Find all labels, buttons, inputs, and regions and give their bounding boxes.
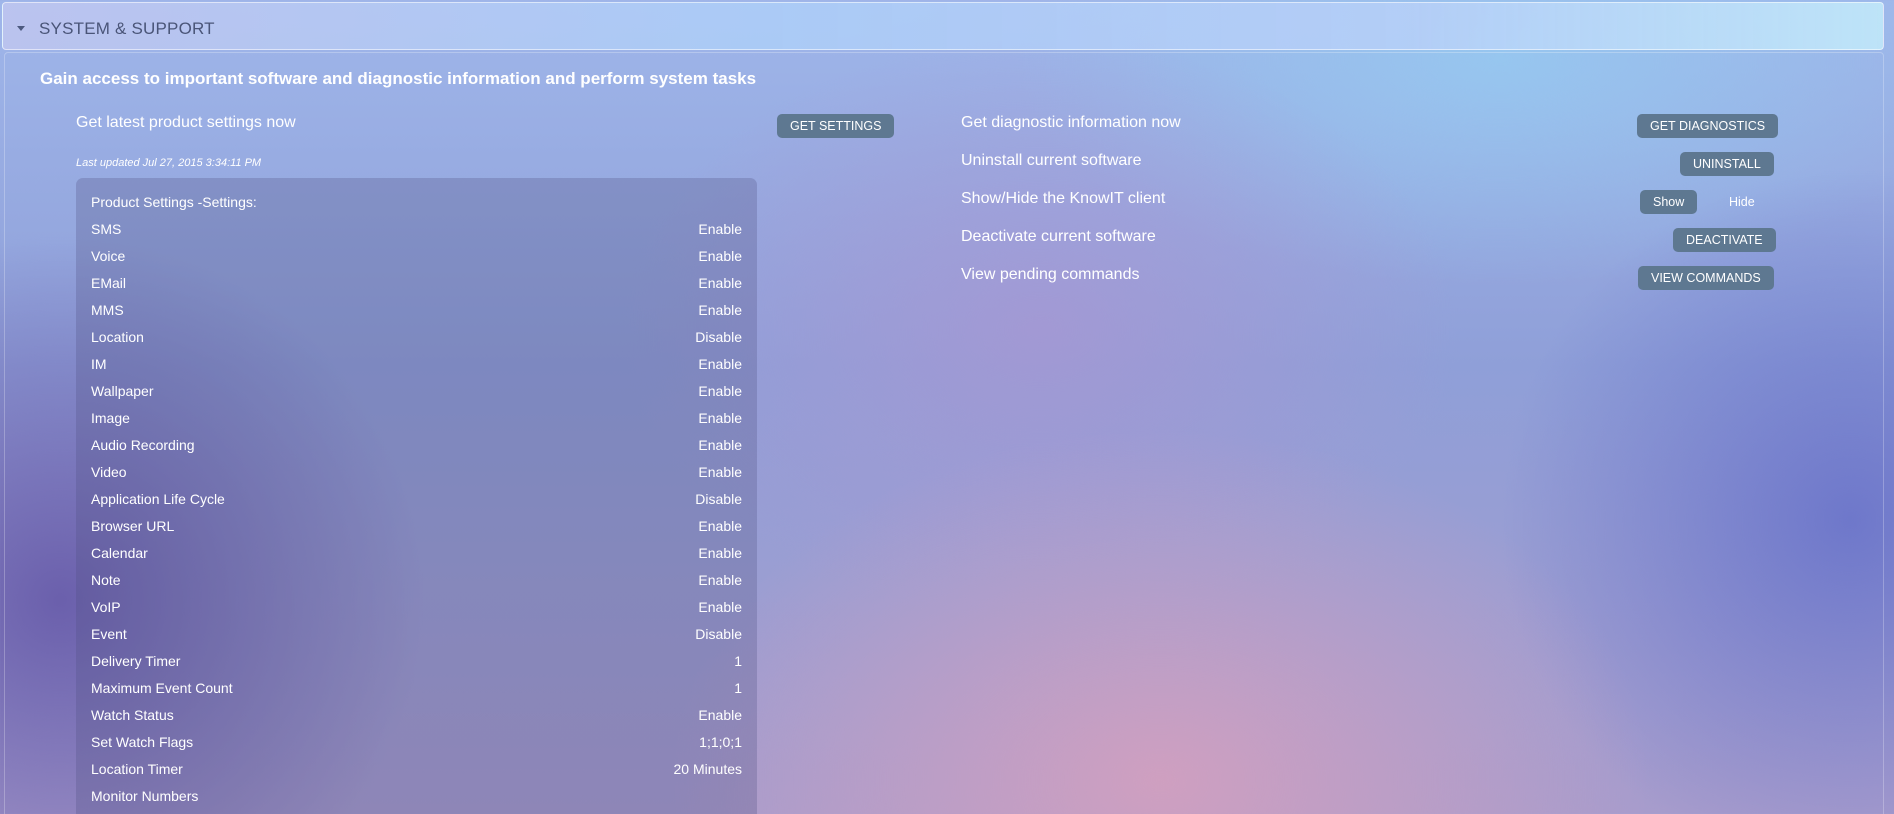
setting-row: Video Enable <box>91 464 742 491</box>
setting-name: Monitor Numbers <box>91 788 199 804</box>
setting-name: Voice <box>91 248 126 264</box>
setting-row: Image Enable <box>91 410 742 437</box>
setting-name: Image <box>91 410 130 426</box>
section-intro: Gain access to important software and di… <box>40 69 757 88</box>
setting-name: Maximum Event Count <box>91 680 233 696</box>
setting-value: 1;1;0;1 <box>699 734 742 750</box>
setting-name: IM <box>91 356 107 372</box>
setting-name: Set Watch Flags <box>91 734 194 750</box>
last-updated-text: Last updated Jul 27, 2015 3:34:11 PM <box>76 157 262 169</box>
setting-row: Voice Enable <box>91 248 742 275</box>
view-commands-label: View pending commands <box>961 266 1140 283</box>
setting-row: Browser URL Enable <box>91 518 742 545</box>
setting-name: Event <box>91 626 127 642</box>
setting-name: SMS <box>91 221 122 237</box>
setting-row: Location Timer 20 Minutes <box>91 761 742 788</box>
setting-name: Browser URL <box>91 518 175 534</box>
setting-name: MMS <box>91 302 124 318</box>
section-title: SYSTEM & SUPPORT <box>39 19 215 38</box>
setting-value: 1 <box>734 680 742 696</box>
view-commands-button[interactable]: VIEW COMMANDS <box>1638 266 1774 290</box>
setting-row: Watch Status Enable <box>91 707 742 734</box>
setting-row: IM Enable <box>91 356 742 383</box>
deactivate-label: Deactivate current software <box>961 228 1156 245</box>
chevron-down-icon[interactable] <box>17 26 25 31</box>
setting-row: SMS Enable <box>91 221 742 248</box>
setting-name: Application Life Cycle <box>91 491 225 507</box>
hide-client-button[interactable]: Hide <box>1715 190 1769 214</box>
uninstall-button[interactable]: UNINSTALL <box>1680 152 1774 176</box>
show-client-button[interactable]: Show <box>1640 190 1698 214</box>
setting-value: 1 <box>734 653 742 669</box>
setting-name: Watch Status <box>91 707 174 723</box>
section-header[interactable]: SYSTEM & SUPPORT <box>2 2 1884 50</box>
setting-value: Enable <box>698 275 742 291</box>
setting-row: Delivery Timer 1 <box>91 653 742 680</box>
setting-name: Location <box>91 329 144 345</box>
setting-value: Enable <box>698 599 742 615</box>
setting-name: Location Timer <box>91 761 183 777</box>
setting-value: Enable <box>698 221 742 237</box>
setting-name: VoIP <box>91 599 121 615</box>
setting-value: Enable <box>698 248 742 264</box>
setting-row: Calendar Enable <box>91 545 742 572</box>
setting-value: Enable <box>698 518 742 534</box>
uninstall-label: Uninstall current software <box>961 152 1142 169</box>
setting-value: Enable <box>698 437 742 453</box>
deactivate-button[interactable]: DEACTIVATE <box>1673 228 1776 252</box>
setting-value: Enable <box>698 302 742 318</box>
setting-row: Location Disable <box>91 329 742 356</box>
setting-value: 20 Minutes <box>673 761 742 777</box>
get-diagnostics-label: Get diagnostic information now <box>961 114 1181 131</box>
setting-row: Audio Recording Enable <box>91 437 742 464</box>
setting-row: Set Watch Flags 1;1;0;1 <box>91 734 742 761</box>
setting-value: Disable <box>695 329 742 345</box>
setting-value: Enable <box>698 410 742 426</box>
setting-name: Video <box>91 464 127 480</box>
show-hide-client-label: Show/Hide the KnowIT client <box>961 190 1166 207</box>
setting-row: Maximum Event Count 1 <box>91 680 742 707</box>
product-settings-panel: Product Settings -Settings: SMS Enable Voi… <box>76 178 757 814</box>
setting-name: EMail <box>91 275 127 291</box>
setting-row: MMS Enable <box>91 302 742 329</box>
setting-value: Enable <box>698 356 742 372</box>
setting-value: Enable <box>698 545 742 561</box>
setting-value: Disable <box>695 626 742 642</box>
settings-title: Product Settings -Settings: <box>91 194 257 210</box>
setting-row: Note Enable <box>91 572 742 599</box>
setting-name: Audio Recording <box>91 437 195 453</box>
settings-list: SMS Enable Voice Enable EMail Enable MMS Enable… <box>91 221 742 814</box>
setting-row: Wallpaper Enable <box>91 383 742 410</box>
setting-row: Monitor Numbers <box>91 788 742 814</box>
setting-value: Disable <box>695 491 742 507</box>
setting-name: Delivery Timer <box>91 653 181 669</box>
setting-value: Enable <box>698 707 742 723</box>
setting-name: Wallpaper <box>91 383 154 399</box>
setting-row: Application Life Cycle Disable <box>91 491 742 518</box>
setting-value: Enable <box>698 464 742 480</box>
setting-name: Note <box>91 572 121 588</box>
setting-row: Event Disable <box>91 626 742 653</box>
setting-value: Enable <box>698 572 742 588</box>
setting-name: Calendar <box>91 545 148 561</box>
setting-value: Enable <box>698 383 742 399</box>
get-diagnostics-button[interactable]: GET DIAGNOSTICS <box>1637 114 1779 138</box>
setting-row: EMail Enable <box>91 275 742 302</box>
setting-row: VoIP Enable <box>91 599 742 626</box>
get-settings-button[interactable]: GET SETTINGS <box>777 114 895 138</box>
get-settings-label: Get latest product settings now <box>76 114 296 131</box>
